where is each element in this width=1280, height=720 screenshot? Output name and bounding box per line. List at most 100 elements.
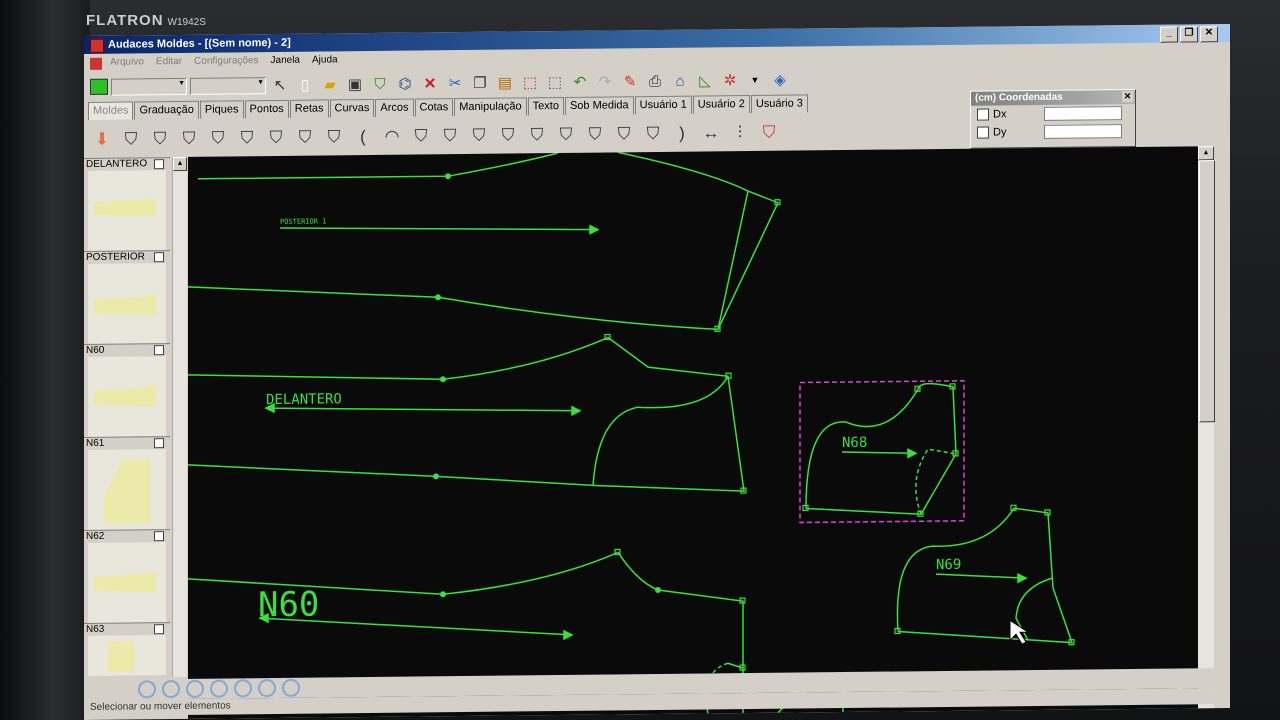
thumb-checkbox[interactable] xyxy=(154,624,164,635)
zoom-out-icon[interactable] xyxy=(186,679,204,698)
menu-arquivo[interactable]: Arquivo xyxy=(110,53,144,71)
tab-retas[interactable]: Retas xyxy=(289,99,329,118)
select-box-icon[interactable]: ⬚ xyxy=(519,71,541,93)
menu-configuracoes[interactable]: Configurações xyxy=(194,52,258,71)
curve-tool-icon[interactable]: ( xyxy=(351,125,375,149)
undo-icon[interactable]: ↶ xyxy=(569,71,591,93)
binoculars-icon[interactable]: ⌬ xyxy=(394,73,416,95)
menu-ajuda[interactable]: Ajuda xyxy=(312,51,338,69)
shirt-tool-icon[interactable]: ⛉ xyxy=(641,122,665,146)
settings-icon[interactable]: ✲ xyxy=(719,69,741,91)
shirt-tool-icon[interactable]: ⛉ xyxy=(583,123,607,147)
zoom-in-icon[interactable] xyxy=(162,679,180,699)
scroll-up-icon[interactable]: ▲ xyxy=(1198,146,1214,161)
thumbnail-scrollbar[interactable]: ▲ xyxy=(172,156,187,678)
dy-checkbox[interactable] xyxy=(977,126,989,139)
thumbnail-n60[interactable] xyxy=(88,356,166,437)
tab-graduacao[interactable]: Graduação xyxy=(134,100,199,120)
shirt-tool-icon[interactable]: ⛉ xyxy=(467,124,491,148)
tab-piques[interactable]: Piques xyxy=(199,100,244,119)
collar-tool-icon[interactable]: ◠ xyxy=(380,125,404,149)
maximize-button[interactable]: ❐ xyxy=(1180,26,1198,43)
redo-icon[interactable]: ↷ xyxy=(594,70,616,92)
thumbnail-posterior[interactable] xyxy=(88,263,166,344)
shirt-tool-icon[interactable]: ⛉ xyxy=(409,124,433,148)
curve-tool-icon[interactable]: ) xyxy=(670,122,694,146)
tab-usuario-2[interactable]: Usuário 2 xyxy=(692,95,750,114)
shirt-tool-icon[interactable]: ⛉ xyxy=(177,127,201,151)
thumb-checkbox[interactable] xyxy=(154,252,164,263)
thumbnail-n63[interactable] xyxy=(88,635,166,676)
thumb-checkbox[interactable] xyxy=(154,531,164,542)
tab-texto[interactable]: Texto xyxy=(527,96,564,116)
vertical-scrollbar[interactable]: ▲ xyxy=(1198,146,1215,709)
shirt-tool-icon[interactable]: ⛉ xyxy=(554,123,578,147)
shirt-tool-icon[interactable]: ⛉ xyxy=(293,126,317,150)
shirt-tool-icon[interactable]: ⛉ xyxy=(496,123,520,147)
scroll-up-icon[interactable]: ▲ xyxy=(173,156,187,172)
line-style-select[interactable] xyxy=(111,77,187,96)
minimize-button[interactable]: _ xyxy=(1160,26,1178,43)
close-button[interactable]: ✕ xyxy=(1200,26,1218,43)
shirt-icon[interactable]: ⛉ xyxy=(369,73,391,95)
zoom-window-icon[interactable] xyxy=(210,679,228,698)
thumbnail-delantero[interactable] xyxy=(88,170,166,251)
close-icon[interactable]: ✕ xyxy=(1122,91,1133,103)
ruler-icon[interactable]: ◺ xyxy=(694,69,716,91)
tab-usuario-1[interactable]: Usuário 1 xyxy=(634,95,692,115)
tab-moldes[interactable]: Moldes xyxy=(88,101,134,120)
open-folder-icon[interactable]: ▰ xyxy=(319,73,341,95)
shirt-tool-icon[interactable]: ⛉ xyxy=(148,127,172,151)
thumbnail-n62[interactable] xyxy=(88,542,166,623)
dropdown-icon[interactable]: ▼ xyxy=(744,69,766,91)
shirt-tool-icon[interactable]: ⛉ xyxy=(206,126,230,150)
zoom-fit-icon[interactable] xyxy=(234,679,252,698)
shirt-tool-icon[interactable]: ⛉ xyxy=(525,123,549,147)
plotter-icon[interactable]: ⌂ xyxy=(669,70,691,92)
tab-manipulacao[interactable]: Manipulação xyxy=(454,97,527,117)
thumb-checkbox[interactable] xyxy=(154,438,164,449)
drawing-canvas[interactable]: POSTERIOR 1 DELANTERO N60 N68 N69 xyxy=(188,146,1198,719)
pants-tool-icon[interactable]: ⫶ xyxy=(728,121,752,145)
shirt-tool-icon[interactable]: ⛉ xyxy=(322,125,346,149)
arrow-down-icon[interactable]: ⬇ xyxy=(90,128,114,152)
cut-icon[interactable]: ✂ xyxy=(444,72,466,94)
tab-usuario-3[interactable]: Usuário 3 xyxy=(750,94,808,114)
shirt-tool-icon[interactable]: ⛉ xyxy=(264,126,288,150)
select-arrow-icon[interactable]: ⬚ xyxy=(544,71,566,93)
shirt-tool-icon[interactable]: ⛉ xyxy=(119,127,143,151)
paste-icon[interactable]: ▤ xyxy=(494,71,516,93)
dx-checkbox[interactable] xyxy=(977,108,989,121)
line-width-select[interactable] xyxy=(190,76,266,95)
thumb-checkbox[interactable] xyxy=(154,159,164,170)
pan-icon[interactable] xyxy=(282,678,300,697)
tab-pontos[interactable]: Pontos xyxy=(244,99,289,119)
tab-arcos[interactable]: Arcos xyxy=(375,98,414,117)
zoom-all-icon[interactable] xyxy=(258,678,276,698)
menu-janela[interactable]: Janela xyxy=(271,52,300,70)
shirt-tool-icon[interactable]: ⛉ xyxy=(612,122,636,146)
save-icon[interactable]: ▣ xyxy=(344,73,366,95)
measure-tool-icon[interactable]: ↔ xyxy=(699,121,723,145)
pointer-icon[interactable]: ↖ xyxy=(269,74,291,96)
copy-icon[interactable]: ❐ xyxy=(469,72,491,94)
print-icon[interactable]: ⎙ xyxy=(644,70,666,92)
thumbnail-n61[interactable] xyxy=(88,449,166,530)
color-swatch[interactable] xyxy=(90,78,108,95)
delete-icon[interactable]: ✕ xyxy=(419,72,441,94)
dx-input[interactable] xyxy=(1044,106,1123,121)
menu-editar[interactable]: Editar xyxy=(156,53,182,71)
help-book-icon[interactable]: ◈ xyxy=(769,69,791,91)
thumb-checkbox[interactable] xyxy=(154,345,164,356)
new-file-icon[interactable]: ▯ xyxy=(294,74,316,96)
shirt-tool-icon[interactable]: ⛉ xyxy=(235,126,259,150)
shirt-tool-icon[interactable]: ⛉ xyxy=(757,121,781,145)
dy-input[interactable] xyxy=(1044,124,1123,139)
tab-sob-medida[interactable]: Sob Medida xyxy=(564,96,634,115)
zoom-icon[interactable] xyxy=(138,680,156,699)
shirt-tool-icon[interactable]: ⛉ xyxy=(438,124,462,148)
tab-cotas[interactable]: Cotas xyxy=(414,98,454,117)
edit-icon[interactable]: ✎ xyxy=(619,70,641,92)
scroll-thumb[interactable] xyxy=(1199,160,1215,423)
tab-curvas[interactable]: Curvas xyxy=(329,98,375,118)
